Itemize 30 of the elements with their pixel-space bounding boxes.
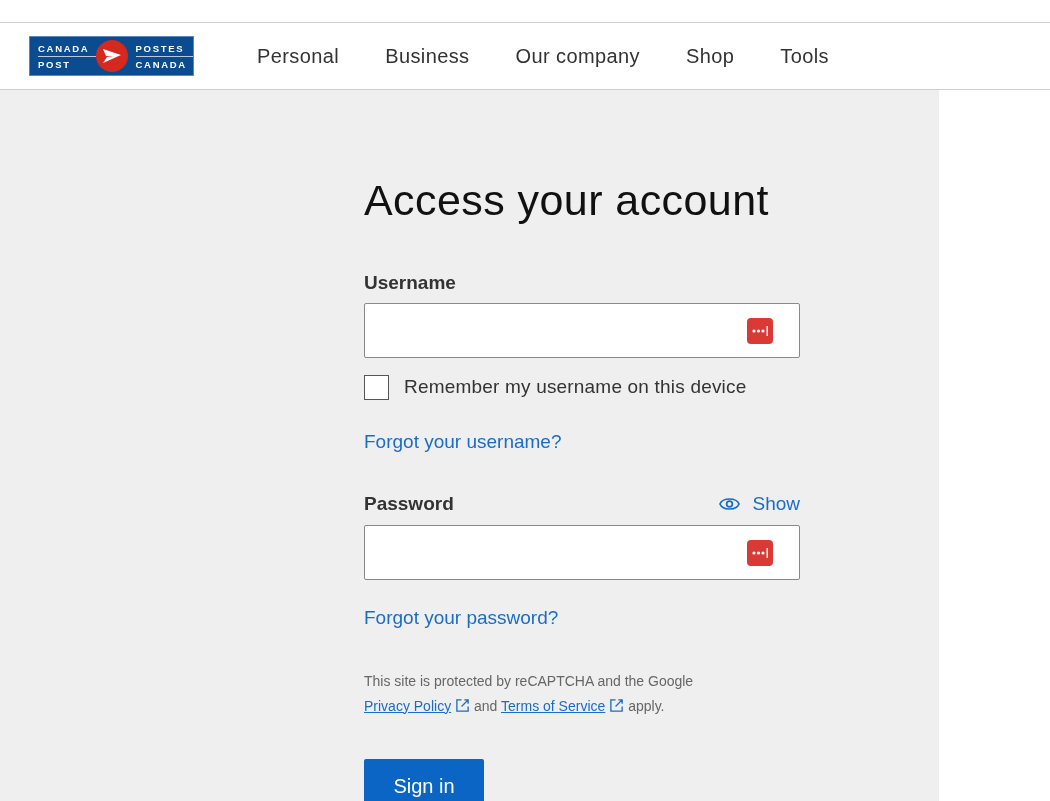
nav-link[interactable]: Personal	[257, 41, 340, 71]
password-manager-icon[interactable]	[747, 539, 773, 566]
logo-text: POST	[38, 57, 72, 72]
logo-text: CANADA	[135, 57, 188, 72]
sign-in-button[interactable]: Sign in	[364, 758, 484, 801]
eye-icon	[719, 497, 741, 511]
checkbox-label: Remember my username on this device	[404, 375, 747, 399]
page-title: Access your account	[364, 175, 770, 226]
logo[interactable]: CANADA POST POSTES CANADA	[29, 36, 194, 76]
forgot-username-link[interactable]: Forgot your username?	[364, 427, 562, 456]
nav-link[interactable]: Business	[385, 41, 470, 71]
logo-mark-icon	[95, 40, 128, 72]
privacy-policy-link[interactable]: Privacy Policy	[364, 697, 471, 714]
recaptcha-notice: This site is protected by reCAPTCHA and the Google Privacy Policy and Terms of Service apply.	[364, 671, 695, 716]
logo-text: POSTES	[135, 40, 193, 57]
external-link-icon	[609, 697, 625, 713]
terms-of-service-link[interactable]: Terms of Service	[501, 697, 625, 714]
external-link-icon	[455, 697, 471, 713]
text-field[interactable]	[364, 525, 800, 580]
show-password-button[interactable]: Show	[719, 492, 800, 516]
forgot-password-link[interactable]: Forgot your password?	[364, 604, 559, 633]
field-label: Username	[364, 271, 457, 295]
logo-text: CANADA	[38, 40, 96, 57]
field-label: Password	[364, 492, 454, 516]
nav-link[interactable]: Shop	[685, 41, 735, 71]
nav-link[interactable]: Our company	[515, 41, 640, 71]
text-field[interactable]	[364, 303, 800, 358]
password-manager-icon[interactable]	[747, 317, 773, 344]
nav-link[interactable]: Tools	[780, 41, 829, 71]
checkbox[interactable]	[364, 374, 389, 400]
